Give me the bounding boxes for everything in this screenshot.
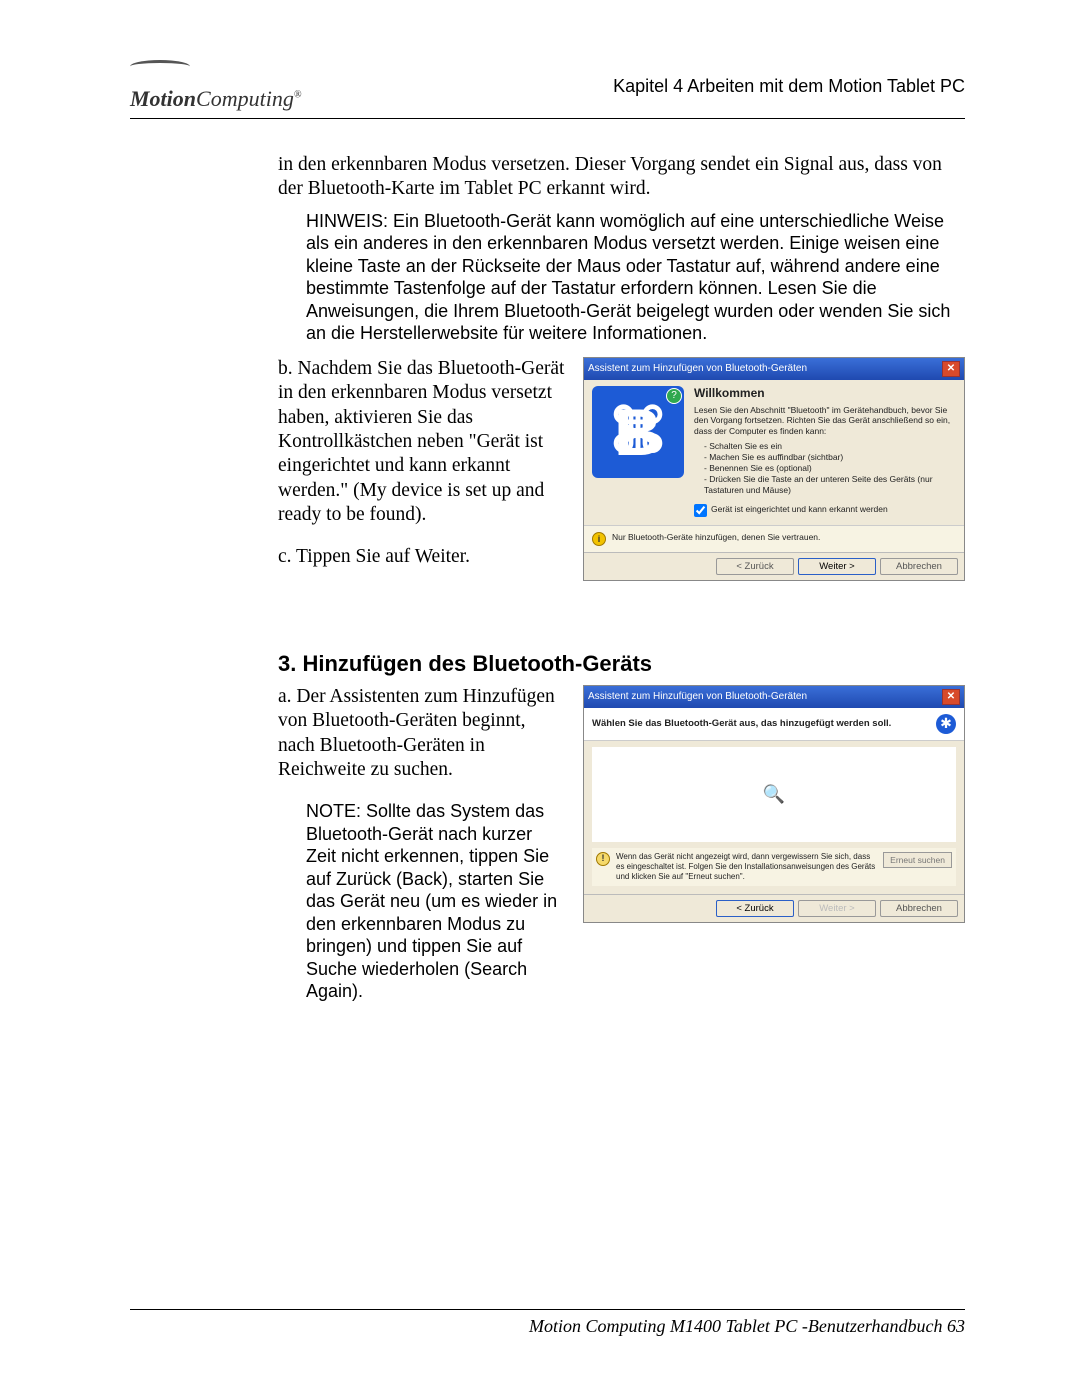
- step-a-text-col: a. Der Assistenten zum Hinzufügen von Bl…: [278, 685, 565, 1015]
- cancel-button[interactable]: Abbrechen: [880, 558, 958, 575]
- step-b-row: b. Nachdem Sie das Bluetooth-Gerät in de…: [278, 357, 965, 581]
- page-header: MotionComputing® Kapitel 4 Arbeiten mit …: [130, 60, 965, 112]
- step-a: a. Der Assistenten zum Hinzufügen von Bl…: [278, 685, 565, 783]
- wizard-window-select-device: Assistent zum Hinzufügen von Bluetooth-G…: [583, 685, 965, 923]
- document-page: MotionComputing® Kapitel 4 Arbeiten mit …: [0, 0, 1080, 1397]
- section-3-heading: 3. Hinzufügen des Bluetooth-Geräts: [278, 651, 965, 677]
- searching-spinner-icon: 🔍: [763, 784, 785, 805]
- logo-swoosh-icon: [130, 60, 190, 73]
- note-block: NOTE: Sollte das System das Bluetooth-Ge…: [306, 800, 565, 1003]
- bluetooth-icon: ⌘∗ B ?: [592, 386, 684, 478]
- back-button[interactable]: < Zurück: [716, 900, 794, 917]
- search-again-button[interactable]: Erneut suchen: [883, 852, 952, 869]
- chapter-title: Arbeiten mit dem Motion Tablet PC: [683, 76, 965, 96]
- note-label: NOTE:: [306, 801, 361, 821]
- wizard-instruction-list: - Schalten Sie es ein - Machen Sie es au…: [704, 441, 956, 496]
- footer-text: Motion Computing M1400 Tablet PC -Benutz…: [529, 1316, 965, 1336]
- window-footer: < Zurück Weiter > Abbrechen: [584, 552, 964, 580]
- window-title: Assistent zum Hinzufügen von Bluetooth-G…: [588, 363, 807, 374]
- bluetooth-icon: ✱: [936, 714, 956, 734]
- wizard-desc: Lesen Sie den Abschnitt "Bluetooth" im G…: [694, 405, 956, 437]
- wizard-welcome-heading: Willkommen: [694, 386, 956, 400]
- step-b-text-col: b. Nachdem Sie das Bluetooth-Gerät in de…: [278, 357, 565, 578]
- header-rule: [130, 118, 965, 119]
- window-titlebar: Assistent zum Hinzufügen von Bluetooth-G…: [584, 358, 964, 380]
- checkbox-label: Gerät ist eingerichtet und kann erkannt …: [711, 504, 888, 514]
- wizard-info-bar: i Nur Bluetooth-Geräte hinzufügen, denen…: [584, 525, 964, 552]
- info-icon: i: [592, 532, 606, 546]
- brand-logo: MotionComputing®: [130, 60, 301, 112]
- intro-paragraph: in den erkennbaren Modus versetzen. Dies…: [278, 153, 965, 202]
- chapter-number: Kapitel 4: [613, 76, 683, 96]
- wizard-subheader: Wählen Sie das Bluetooth-Gerät aus, das …: [584, 708, 964, 741]
- logo-bold: Motion: [130, 86, 196, 111]
- hinweis-label: HINWEIS:: [306, 211, 388, 231]
- window-footer: < Zurück Weiter > Abbrechen: [584, 894, 964, 922]
- hinweis-text: Ein Bluetooth-Gerät kann womöglich auf e…: [306, 211, 950, 344]
- list-item: - Schalten Sie es ein: [704, 441, 956, 452]
- note-text: Sollte das System das Bluetooth-Gerät na…: [306, 801, 557, 1001]
- wizard-window-welcome: Assistent zum Hinzufügen von Bluetooth-G…: [583, 357, 965, 581]
- step-b: b. Nachdem Sie das Bluetooth-Gerät in de…: [278, 357, 565, 528]
- step-a-row: a. Der Assistenten zum Hinzufügen von Bl…: [278, 685, 965, 1015]
- list-item: - Drücken Sie die Taste an der unteren S…: [704, 474, 956, 496]
- window-body: 🔍 ! Wenn das Gerät nicht angezeigt wird,…: [584, 747, 964, 894]
- wizard-warning-row: ! Wenn das Gerät nicht angezeigt wird, d…: [592, 848, 956, 886]
- wizard-warning-text: Wenn das Gerät nicht angezeigt wird, dan…: [616, 852, 877, 882]
- footer-rule: [130, 1309, 965, 1310]
- hinweis-block: HINWEIS: Ein Bluetooth-Gerät kann womögl…: [306, 210, 965, 345]
- main-content: in den erkennbaren Modus versetzen. Dies…: [278, 153, 965, 1015]
- back-button[interactable]: < Zurück: [716, 558, 794, 575]
- window-titlebar: Assistent zum Hinzufügen von Bluetooth-G…: [584, 686, 964, 708]
- wizard-subheader-text: Wählen Sie das Bluetooth-Gerät aus, das …: [592, 718, 891, 729]
- cancel-button[interactable]: Abbrechen: [880, 900, 958, 917]
- next-button[interactable]: Weiter >: [798, 558, 876, 575]
- list-item: - Machen Sie es auffindbar (sichtbar): [704, 452, 956, 463]
- warning-icon: !: [596, 852, 610, 866]
- wizard-info-text: Nur Bluetooth-Geräte hinzufügen, denen S…: [612, 532, 820, 546]
- next-button: Weiter >: [798, 900, 876, 917]
- logo-light: Computing: [196, 86, 294, 111]
- device-search-area: 🔍: [592, 747, 956, 842]
- page-footer: Motion Computing M1400 Tablet PC -Benutz…: [130, 1309, 965, 1337]
- step-c: c. Tippen Sie auf Weiter.: [278, 545, 565, 569]
- device-ready-checkbox-row[interactable]: Gerät ist eingerichtet und kann erkannt …: [694, 504, 956, 517]
- close-icon[interactable]: ✕: [942, 689, 960, 705]
- window-body: ⌘∗ B ? Willkommen Lesen Sie den Abschnit…: [584, 380, 964, 552]
- window-title: Assistent zum Hinzufügen von Bluetooth-G…: [588, 691, 807, 702]
- device-ready-checkbox[interactable]: [694, 504, 707, 517]
- help-badge-icon: ?: [666, 388, 682, 404]
- close-icon[interactable]: ✕: [942, 361, 960, 377]
- list-item: - Benennen Sie es (optional): [704, 463, 956, 474]
- chapter-label: Kapitel 4 Arbeiten mit dem Motion Tablet…: [613, 76, 965, 97]
